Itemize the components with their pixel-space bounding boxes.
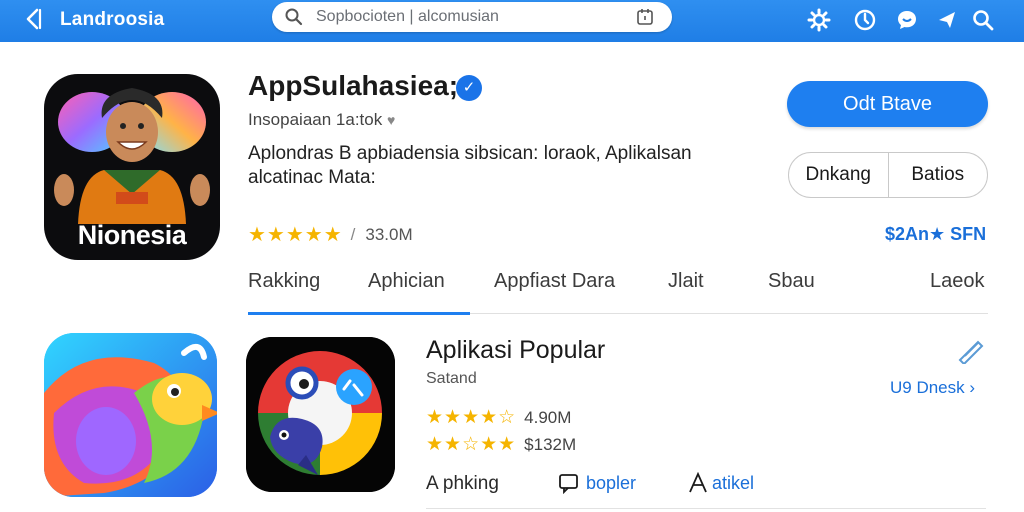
- app-title: AppSulahasiea;: [248, 70, 459, 101]
- comment-label: bopler: [586, 472, 637, 493]
- app-developer: Insopaiaan 1a:tok ♥: [248, 110, 396, 129]
- back-icon[interactable]: [22, 6, 48, 32]
- tab-application[interactable]: Aphician: [368, 270, 445, 293]
- top-bar: Landroosia Sopbocioten | alcomusian: [0, 0, 1024, 42]
- search-icon[interactable]: [970, 7, 996, 33]
- clock-icon[interactable]: [852, 7, 878, 33]
- popular-value-2: $132M: [524, 434, 577, 454]
- heart-icon[interactable]: ♥: [387, 112, 395, 128]
- divider: [426, 508, 986, 509]
- comment-icon: [558, 472, 580, 495]
- tab-data[interactable]: Appfiast Dara: [494, 270, 615, 293]
- app-description: Aplondras B apbiadensia sibsican: loraok…: [248, 143, 692, 188]
- tab-bar: Rakking Aphician Appfiast Dara Jlait Sba…: [248, 268, 988, 315]
- popular-rating-row-1: ★★★★☆ 4.90M: [426, 406, 571, 429]
- price-label: $2An★ SFN: [885, 224, 987, 244]
- download-count: 33.0M: [365, 224, 413, 244]
- rating-row: ★★★★★ / 33.0M: [248, 222, 413, 247]
- back-button[interactable]: Batios: [887, 153, 988, 197]
- see-more-link[interactable]: U9 Dnesk ›: [890, 378, 975, 398]
- tab-ranking[interactable]: Rakking: [248, 270, 320, 293]
- ranking-action[interactable]: A phking: [426, 473, 499, 495]
- segmented-control: Dnkang Batios: [788, 152, 988, 198]
- search-input[interactable]: Sopbocioten | alcomusian: [316, 8, 499, 26]
- search-icon: [284, 7, 304, 27]
- tab-share[interactable]: Sbau: [768, 270, 815, 293]
- chat-icon[interactable]: [894, 7, 920, 33]
- section-title: Aplikasi Popular: [426, 336, 606, 364]
- send-icon[interactable]: [934, 7, 960, 33]
- article-action[interactable]: atikel: [688, 471, 755, 494]
- tab-latest[interactable]: Jlait: [668, 270, 704, 293]
- verified-badge-icon: ✓: [456, 75, 482, 101]
- popular-rating-row-2: ★★☆★★ $132M: [426, 433, 576, 456]
- comment-action[interactable]: bopler: [558, 472, 637, 495]
- calendar-icon[interactable]: [636, 8, 654, 26]
- tab-look[interactable]: Laeok: [930, 270, 985, 293]
- app-icon-label: Nionesia: [77, 220, 187, 250]
- app-brand-title: Landroosia: [60, 9, 165, 30]
- popular-value-1: 4.90M: [524, 407, 572, 427]
- star-rating-icon: ★★★★★: [248, 224, 343, 246]
- install-button[interactable]: Odt Btave: [787, 81, 988, 127]
- section-subtitle: Satand: [426, 370, 477, 387]
- rating-separator: /: [350, 224, 356, 244]
- pencil-icon[interactable]: [956, 338, 986, 366]
- settings-icon[interactable]: [806, 7, 832, 33]
- active-tab-indicator: [248, 312, 470, 315]
- app-icon: Nionesia: [44, 74, 220, 260]
- article-label: atikel: [712, 472, 755, 493]
- bird-app-icon[interactable]: [44, 333, 217, 497]
- star-rating-icon: ★★☆★★: [426, 434, 517, 455]
- browser-app-icon[interactable]: [246, 337, 395, 492]
- search-bar[interactable]: Sopbocioten | alcomusian: [272, 2, 672, 32]
- star-rating-icon: ★★★★☆: [426, 407, 517, 428]
- text-format-icon: [688, 471, 708, 494]
- rank-button[interactable]: Dnkang: [789, 153, 888, 197]
